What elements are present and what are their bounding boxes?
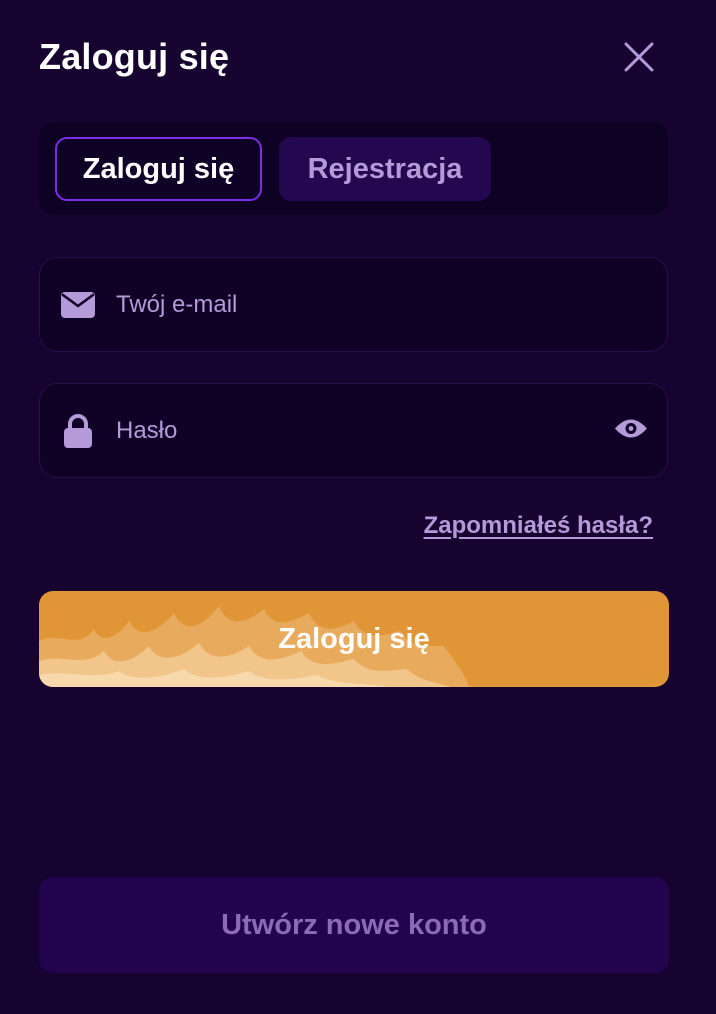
forgot-password-link[interactable]: Zapomniałeś hasła? (424, 512, 653, 540)
eye-icon[interactable] (614, 416, 648, 445)
create-account-button[interactable]: Utwórz nowe konto (39, 877, 669, 973)
email-field[interactable]: Twój e-mail (39, 257, 668, 352)
tab-register[interactable]: Rejestracja (279, 137, 491, 201)
password-placeholder: Hasło (116, 416, 178, 444)
envelope-icon (61, 291, 95, 318)
email-placeholder: Twój e-mail (116, 290, 238, 318)
close-icon (624, 42, 654, 72)
auth-tabs: Zaloguj się Rejestracja (39, 122, 668, 215)
login-button-label: Zaloguj się (278, 622, 430, 655)
lock-icon (63, 413, 93, 448)
login-button[interactable]: Zaloguj się (39, 591, 669, 687)
page-title: Zaloguj się (39, 36, 230, 77)
close-button[interactable] (618, 38, 658, 78)
tab-login[interactable]: Zaloguj się (55, 137, 262, 201)
password-field[interactable]: Hasło (39, 383, 668, 478)
